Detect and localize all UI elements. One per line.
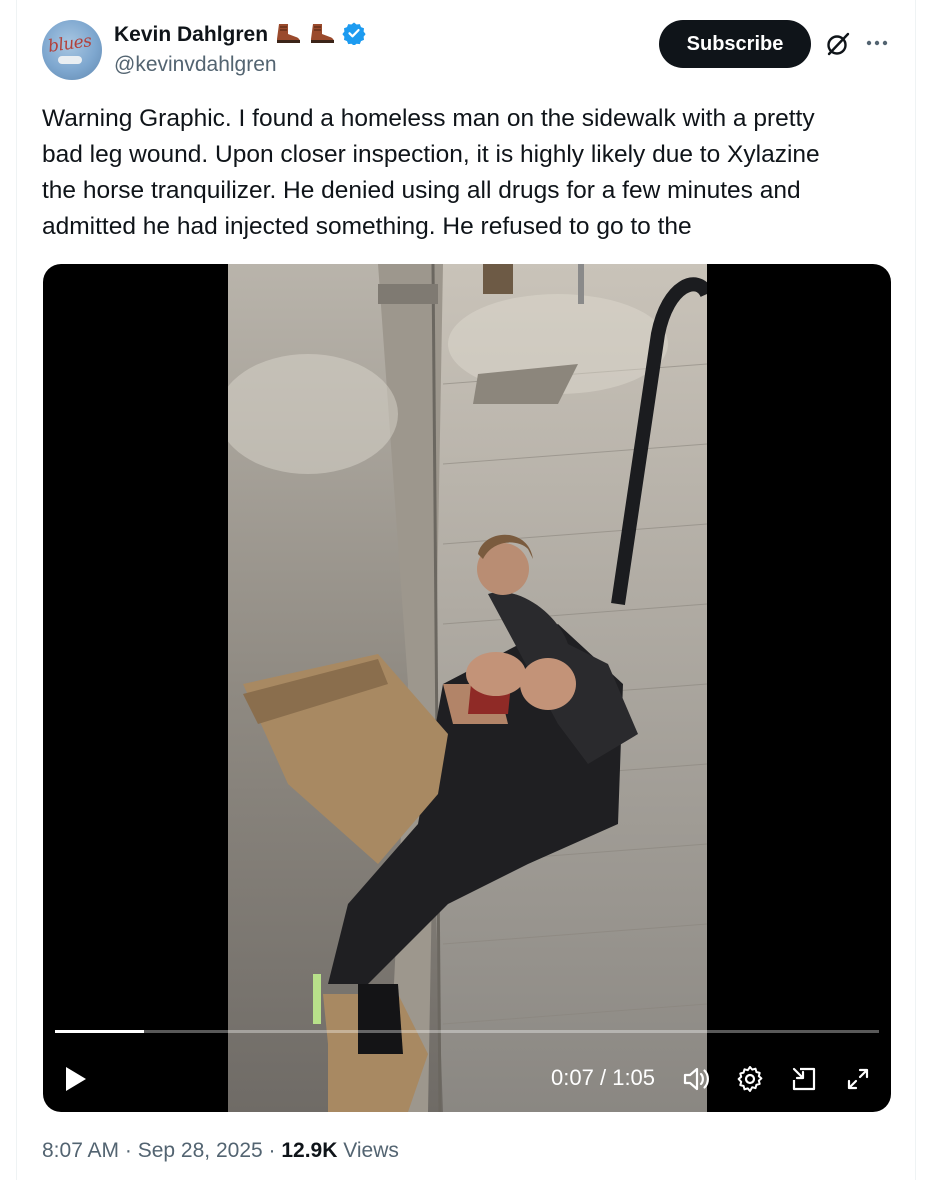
- author-name-row: Kevin Dahlgren: [114, 21, 366, 49]
- duration: 1:05: [612, 1065, 656, 1090]
- boot-icon: [308, 22, 336, 49]
- tweet-meta: 8:07 AM · Sep 28, 2025 · 12.9K Views: [42, 1139, 399, 1163]
- tweet-text: Warning Graphic. I found a homeless man …: [42, 105, 820, 240]
- current-time: 0:07: [551, 1065, 594, 1090]
- meta-separator: ·: [262, 1139, 282, 1162]
- play-icon[interactable]: [63, 1064, 89, 1094]
- avatar-detail: [58, 56, 82, 64]
- author-handle[interactable]: @kevinvdahlgren: [114, 53, 277, 77]
- avatar[interactable]: blues: [42, 20, 102, 80]
- video-time: 0:07 / 1:05: [551, 1065, 655, 1091]
- time-separator: /: [599, 1065, 607, 1090]
- views-count[interactable]: 12.9K: [281, 1139, 337, 1162]
- more-icon[interactable]: [864, 30, 890, 56]
- meta-separator: ·: [119, 1139, 138, 1162]
- verified-badge-icon[interactable]: [342, 21, 366, 50]
- post-date[interactable]: Sep 28, 2025: [138, 1139, 263, 1162]
- author-display-name[interactable]: Kevin Dahlgren: [114, 23, 268, 47]
- video-progress-fill: [55, 1030, 144, 1033]
- settings-icon[interactable]: [735, 1064, 765, 1094]
- grok-icon[interactable]: [824, 30, 852, 58]
- pip-icon[interactable]: [789, 1064, 819, 1094]
- video-frame[interactable]: [228, 264, 707, 1112]
- avatar-logo-text: blues: [46, 31, 93, 57]
- post-time[interactable]: 8:07 AM: [42, 1139, 119, 1162]
- video-progress-bar[interactable]: [55, 1030, 879, 1033]
- volume-icon[interactable]: [681, 1064, 711, 1094]
- fullscreen-icon[interactable]: [843, 1064, 873, 1094]
- video-player[interactable]: 0:07 / 1:05: [43, 264, 891, 1112]
- subscribe-button[interactable]: Subscribe: [659, 20, 811, 68]
- views-label: Views: [337, 1139, 399, 1162]
- boot-icon: [274, 22, 302, 49]
